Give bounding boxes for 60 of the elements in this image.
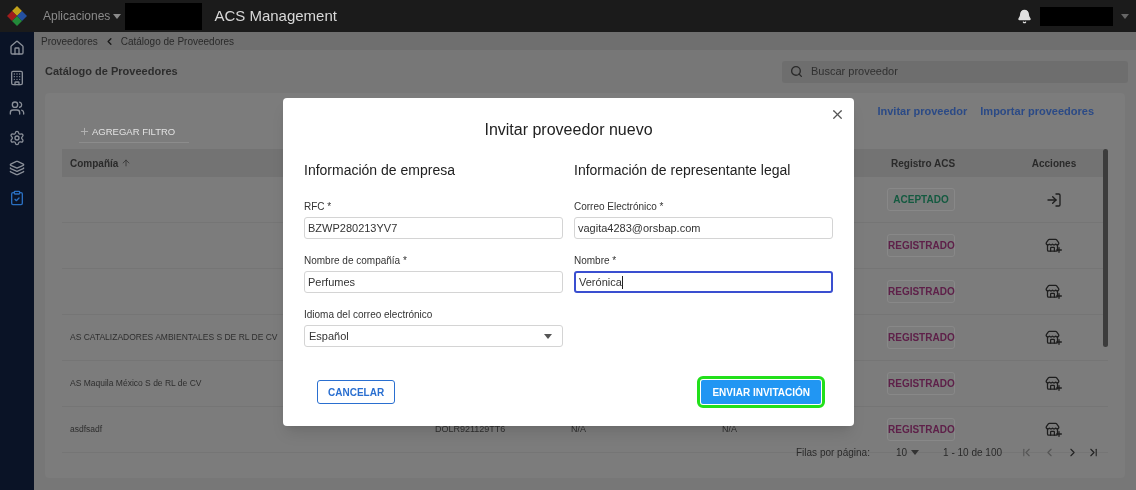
store-add-icon[interactable] xyxy=(1045,421,1063,438)
status-badge: REGISTRADO xyxy=(887,326,955,349)
settings-icon[interactable] xyxy=(9,130,25,146)
page-size-select[interactable]: 10 xyxy=(895,444,920,460)
layers-icon[interactable] xyxy=(9,160,25,176)
table-cell: asdfsadf xyxy=(70,423,103,436)
field-label: Idioma del correo electrónico xyxy=(304,308,434,322)
table-cell-text: DOLR921129TT6 xyxy=(435,422,507,436)
field-label: Nombre * xyxy=(574,254,618,268)
status-badge: REGISTRADO xyxy=(887,418,955,441)
table-cell: AS CATALIZADORES AMBIENTALES S DE RL DE CV xyxy=(70,331,278,344)
search-field[interactable]: Buscar proveedor xyxy=(782,60,1128,83)
field-label: RFC * xyxy=(304,200,333,214)
field-label: Correo Electrónico * xyxy=(574,200,665,214)
language-select[interactable]: Español xyxy=(304,325,563,347)
table-cell: AS Maquila México S de RL de CV xyxy=(70,377,202,390)
apps-menu[interactable]: Aplicaciones xyxy=(43,7,122,25)
status-badge: REGISTRADO xyxy=(887,280,955,303)
building-icon[interactable] xyxy=(9,70,25,86)
section-heading: Información de empresa xyxy=(304,161,456,180)
search-input[interactable]: Buscar proveedor xyxy=(811,63,1120,80)
clipboard-icon[interactable] xyxy=(9,190,25,206)
status-badge: ACEPTADO xyxy=(887,188,955,211)
table-cell-text: N/A xyxy=(722,422,738,436)
store-add-icon[interactable] xyxy=(1045,375,1063,392)
table-cell-text: N/A xyxy=(571,422,587,436)
rows-per-page-label: Filas por página: xyxy=(796,445,870,460)
home-icon[interactable] xyxy=(9,40,25,56)
column-header: Registro ACS xyxy=(890,156,957,171)
app-title: ACS Management xyxy=(214,5,337,26)
text-field[interactable]: Perfumes xyxy=(304,271,563,293)
add-filter-button[interactable]: AGREGAR FILTRO xyxy=(79,124,190,143)
page-title: Catálogo de Proveedores xyxy=(45,64,178,80)
store-add-icon[interactable] xyxy=(1045,283,1063,300)
cancel-button[interactable]: CANCELAR xyxy=(317,380,396,404)
breadcrumb-current: Catálogo de Proveedores xyxy=(120,34,235,49)
logo-icon xyxy=(6,5,28,27)
page-range: 1 - 10 de 100 xyxy=(943,445,1002,460)
column-header: Acciones xyxy=(1030,156,1078,171)
store-add-icon[interactable] xyxy=(1045,237,1063,254)
caret-icon xyxy=(911,449,920,455)
notification-bell-icon[interactable] xyxy=(1017,8,1032,24)
text-field[interactable]: vagita4283@orsbap.com xyxy=(574,217,833,239)
login-icon[interactable] xyxy=(1046,191,1062,208)
status-badge: REGISTRADO xyxy=(887,234,955,257)
caret-icon xyxy=(544,333,552,339)
section-heading: Información de representante legal xyxy=(574,161,792,180)
search-icon xyxy=(790,65,803,78)
plus-icon xyxy=(79,126,90,138)
users-icon[interactable] xyxy=(9,100,25,116)
store-add-icon[interactable] xyxy=(1045,329,1063,346)
dialog-title: Invitar proveedor nuevo xyxy=(484,119,653,140)
status-badge: REGISTRADO xyxy=(887,372,955,395)
caret-icon xyxy=(113,13,122,19)
breadcrumb-link[interactable]: Proveedores xyxy=(41,33,98,49)
text-field[interactable]: BZWP280213YV7 xyxy=(304,217,563,239)
field-label: Nombre de compañía * xyxy=(304,254,408,268)
caret-icon xyxy=(1121,13,1129,19)
close-button[interactable] xyxy=(830,107,845,122)
text-field[interactable]: Verónica xyxy=(574,271,833,293)
